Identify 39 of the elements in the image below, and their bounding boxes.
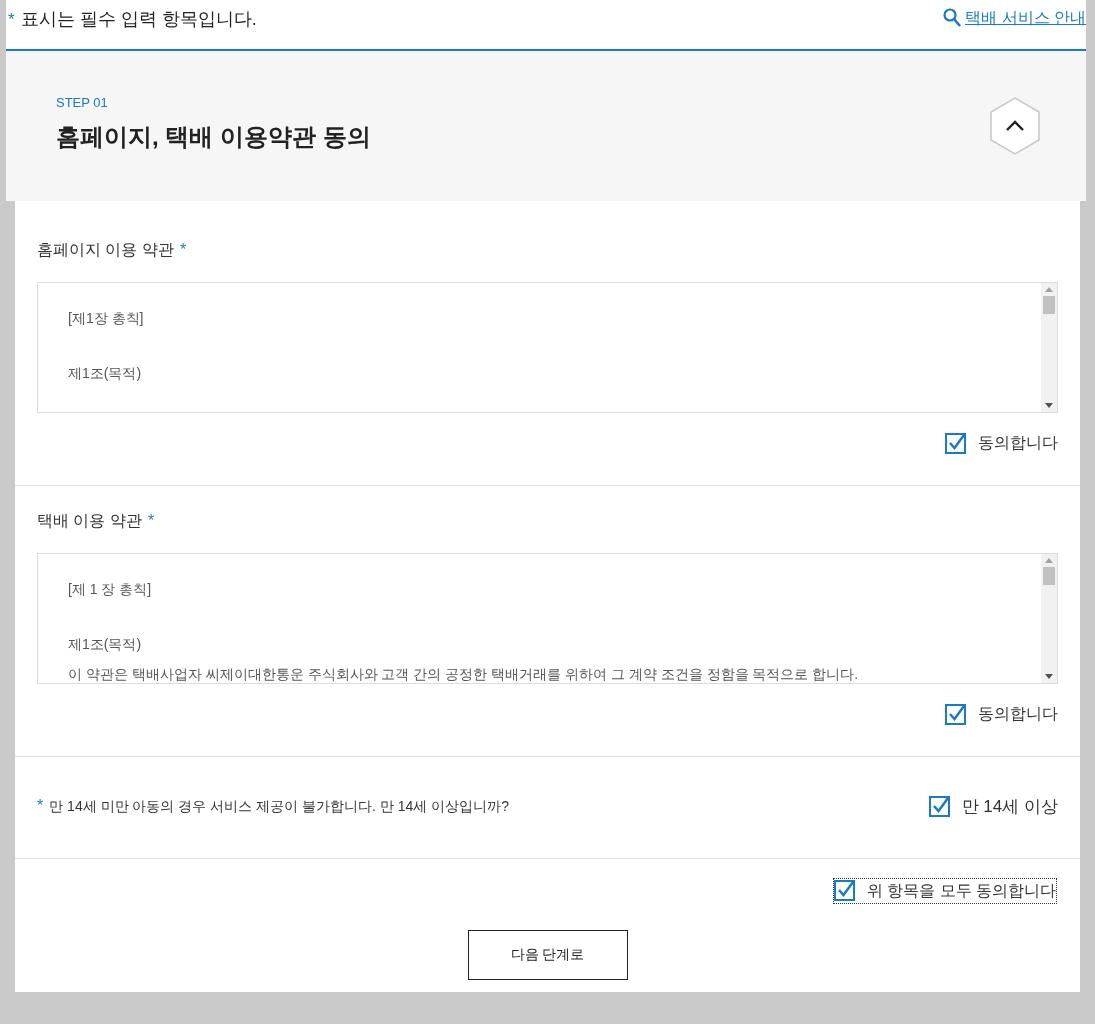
section-title: 택배 이용 약관: [37, 511, 142, 531]
search-icon: [943, 8, 962, 28]
terms-text-line: [제 1 장 총칙]: [68, 580, 153, 599]
scrollbar-thumb[interactable]: [1043, 296, 1055, 314]
checkbox-option[interactable]: 동의합니다: [945, 702, 1058, 726]
required-mark: *: [37, 796, 44, 816]
required-note: 표시는 필수 입력 항목입니다.: [20, 8, 257, 31]
scroll-down-arrow-icon[interactable]: [1045, 403, 1053, 408]
terms-text-line: [제1장 총칙]: [68, 309, 145, 328]
checked-checkbox-icon[interactable]: [945, 432, 966, 454]
section-title: 홈페이지 이용 약관: [37, 240, 174, 260]
required-mark: *: [8, 8, 15, 31]
required-mark: *: [147, 511, 155, 531]
scroll-up-arrow-icon[interactable]: [1045, 287, 1053, 292]
checkbox-option[interactable]: 동의합니다: [945, 431, 1058, 455]
checkbox-label: 동의합니다: [978, 433, 1058, 453]
age-question: 만 14세 미만 아동의 경우 서비스 제공이 불가합니다. 만 14세 이상입니까?: [49, 796, 509, 816]
terms-text-line: 제1조(목적): [68, 364, 143, 383]
scroll-down-arrow-icon[interactable]: [1045, 674, 1053, 679]
next-step-button[interactable]: 다음 단계로: [467, 929, 628, 980]
collapse-button[interactable]: [990, 97, 1040, 155]
step-title: 홈페이지, 택배 이용약관 동의: [56, 121, 371, 152]
checkbox-label: 만 14세 이상: [961, 796, 1058, 818]
terms-text-line: 이 약관은 택배사업자 씨제이대한통운 주식회사와 고객 간의 공정한 택배거래를 위하여 그 계약 조건을 정함을 목적으로 합니다.: [68, 665, 860, 683]
scrollbar[interactable]: [1041, 554, 1057, 683]
scrollbar[interactable]: [1041, 283, 1057, 412]
step-label: STEP 01: [56, 94, 109, 113]
checked-checkbox-icon[interactable]: [928, 796, 950, 818]
checkbox-label: 동의합니다: [978, 704, 1058, 724]
checked-checkbox-icon[interactable]: [833, 880, 855, 901]
checkbox-option[interactable]: 만 14세 이상: [928, 794, 1058, 820]
scroll-up-arrow-icon[interactable]: [1045, 558, 1053, 563]
checkbox-option[interactable]: 위 항목을 모두 동의합니다: [833, 878, 1056, 903]
scrollbar-thumb[interactable]: [1043, 567, 1055, 585]
checkbox-label: 위 항목을 모두 동의합니다: [866, 880, 1056, 901]
terms-text-line: 제1조(목적): [68, 635, 143, 654]
required-mark: *: [179, 240, 187, 260]
service-guide-link[interactable]: 택배 서비스 안내: [943, 6, 1086, 30]
checked-checkbox-icon[interactable]: [945, 703, 966, 725]
